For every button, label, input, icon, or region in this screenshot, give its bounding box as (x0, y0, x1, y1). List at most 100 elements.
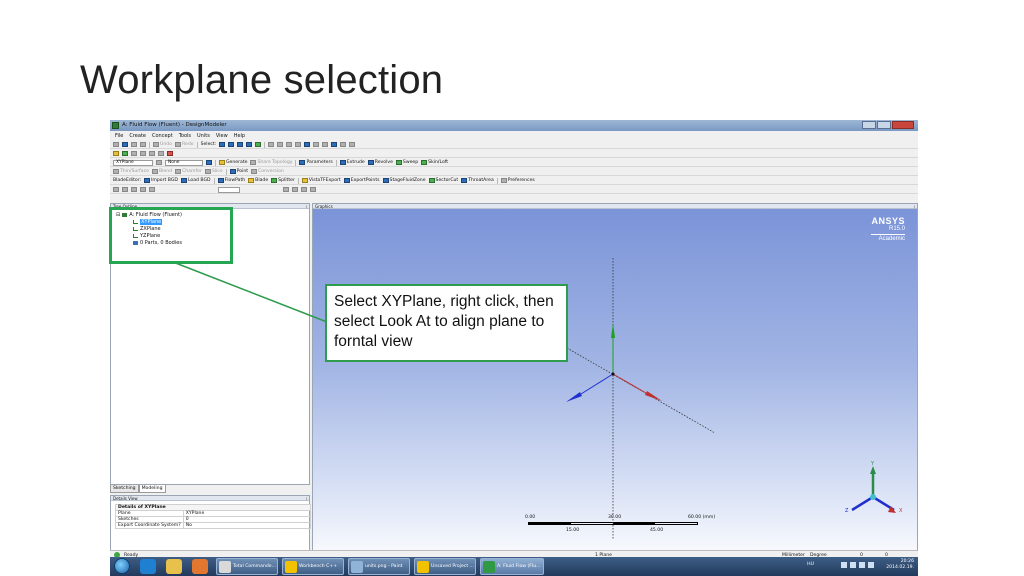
zoom-box-icon[interactable] (295, 142, 302, 147)
brush-icon[interactable] (292, 187, 298, 192)
flag-icon[interactable] (850, 562, 856, 568)
menu-create[interactable]: Create (129, 133, 146, 139)
menu-concept[interactable]: Concept (152, 133, 173, 139)
group-icon[interactable] (149, 187, 155, 192)
pan-icon[interactable] (277, 142, 284, 147)
filter-icon[interactable] (122, 187, 128, 192)
blend-button[interactable]: Blend (151, 169, 172, 174)
flowpath-button[interactable]: FlowPath (217, 178, 245, 183)
chamfer-button[interactable]: Chamfer (175, 169, 202, 174)
tab-sketching[interactable]: Sketching (110, 485, 139, 493)
dimension-4-icon[interactable] (158, 151, 164, 156)
stagefluidzone-button[interactable]: StageFluidZone (382, 178, 426, 183)
extend-icon[interactable] (283, 187, 289, 192)
color-icon[interactable] (113, 151, 119, 156)
taskbar-item-total-commander[interactable]: Total Commande... (216, 558, 278, 575)
export-icon[interactable] (131, 142, 137, 147)
rotate-icon[interactable] (268, 142, 275, 147)
graphics-viewport[interactable]: Graphics ⁝ ANSYS R15.0 Academic 0.00 30.0… (312, 203, 918, 568)
zoom-icon[interactable] (286, 142, 293, 147)
explorer-icon[interactable] (166, 559, 182, 574)
ie-icon[interactable] (140, 559, 156, 574)
share-topology-button[interactable]: Share Topology (250, 160, 292, 165)
pin-icon[interactable]: ⁝ (306, 496, 307, 501)
menu-help[interactable]: Help (234, 133, 245, 139)
magnifier-icon[interactable] (313, 142, 320, 147)
select-edge-icon[interactable] (228, 142, 235, 147)
window-titlebar[interactable]: A: Fluid Flow (Fluent) - DesignModeler (110, 120, 918, 131)
zoom-fit-icon[interactable] (304, 142, 311, 147)
sectorcut-button[interactable]: SectorCut (428, 178, 458, 183)
parameters-button[interactable]: Parameters (299, 160, 333, 165)
screenshot-icon[interactable] (140, 142, 146, 147)
generate-button[interactable]: Generate (219, 160, 247, 165)
language-indicator[interactable]: HU (807, 562, 814, 567)
dimension-icon[interactable] (131, 151, 137, 156)
active-plane-select[interactable]: XYPlane (113, 159, 153, 166)
pin-icon[interactable]: ⁝ (306, 204, 307, 209)
menu-file[interactable]: File (115, 133, 123, 139)
load-bgd-button[interactable]: Load BGD (180, 178, 211, 183)
splitter-button[interactable]: Splitter (271, 178, 295, 183)
misc-dropdown[interactable] (218, 186, 240, 193)
volume-icon[interactable] (868, 562, 874, 568)
taskbar-item-designmodeler[interactable]: A: Fluid Flow (Flu... (480, 558, 544, 575)
new-sketch-icon[interactable] (206, 160, 212, 165)
dimension-3-icon[interactable] (149, 151, 155, 156)
edge-color-icon[interactable] (122, 151, 128, 156)
details-value[interactable]: No (182, 522, 312, 529)
tab-modeling[interactable]: Modeling (138, 485, 166, 493)
import-bgd-button[interactable]: Import BGD (144, 178, 178, 183)
conversion-button[interactable]: Conversion (251, 169, 284, 174)
throatarea-button[interactable]: ThroatArea (461, 178, 494, 183)
paint-icon[interactable] (310, 187, 316, 192)
slice-button[interactable]: Slice (204, 169, 223, 174)
eye-icon[interactable] (301, 187, 307, 192)
close-button[interactable] (892, 121, 914, 129)
select-face-icon[interactable] (237, 142, 244, 147)
vistatfexport-button[interactable]: VistaTFExport (301, 178, 341, 183)
point-button[interactable]: Point (229, 169, 248, 174)
sort-icon[interactable] (113, 187, 119, 192)
display-plane-icon[interactable] (331, 142, 338, 147)
table-row[interactable]: Export Coordinate System? No (115, 522, 312, 529)
clock[interactable]: 20:26 2014.02.19. (886, 559, 914, 571)
preferences-button[interactable]: Preferences (500, 178, 535, 183)
select-point-icon[interactable] (219, 142, 226, 147)
start-button[interactable] (114, 558, 130, 574)
taskbar-item-workbench[interactable]: Workbench C++ (282, 558, 344, 575)
skin-loft-button[interactable]: Skin/Loft (421, 160, 448, 165)
tray-app-icon[interactable] (841, 562, 847, 568)
extrude-button[interactable]: Extrude (339, 160, 365, 165)
revolve-button[interactable]: Revolve (367, 160, 393, 165)
minimize-button[interactable] (862, 121, 876, 129)
sweep-button[interactable]: Sweep (395, 160, 418, 165)
blade-button[interactable]: Blade (248, 178, 268, 183)
normals-icon[interactable] (349, 142, 356, 147)
pin-icon[interactable]: ⁝ (914, 204, 915, 209)
firefox-icon[interactable] (192, 559, 208, 574)
taskbar-item-unsaved-project[interactable]: Unsaved Project ... (414, 558, 476, 575)
undo-button[interactable]: Undo (153, 142, 172, 147)
active-sketch-select[interactable]: None (165, 159, 203, 166)
select-body-icon[interactable] (246, 142, 253, 147)
menu-tools[interactable]: Tools (179, 133, 191, 139)
menu-units[interactable]: Units (197, 133, 210, 139)
collapse-icon[interactable] (140, 187, 146, 192)
save-icon[interactable] (122, 142, 128, 147)
select-all-icon[interactable] (255, 142, 262, 147)
exportpoints-button[interactable]: ExportPoints (343, 178, 380, 183)
redo-button[interactable]: Redo (175, 142, 194, 147)
look-at-icon[interactable] (322, 142, 329, 147)
display-model-icon[interactable] (340, 142, 347, 147)
pin-icon[interactable] (167, 151, 173, 156)
network-icon[interactable] (859, 562, 865, 568)
new-icon[interactable] (113, 142, 119, 147)
menu-view[interactable]: View (216, 133, 228, 139)
new-plane-icon[interactable] (156, 160, 162, 165)
thin-surface-button[interactable]: Thin/Surface (113, 169, 149, 174)
taskbar-item-paint[interactable]: units.png - Paint (348, 558, 410, 575)
maximize-button[interactable] (877, 121, 891, 129)
expand-icon[interactable] (131, 187, 137, 192)
dimension-2-icon[interactable] (140, 151, 146, 156)
